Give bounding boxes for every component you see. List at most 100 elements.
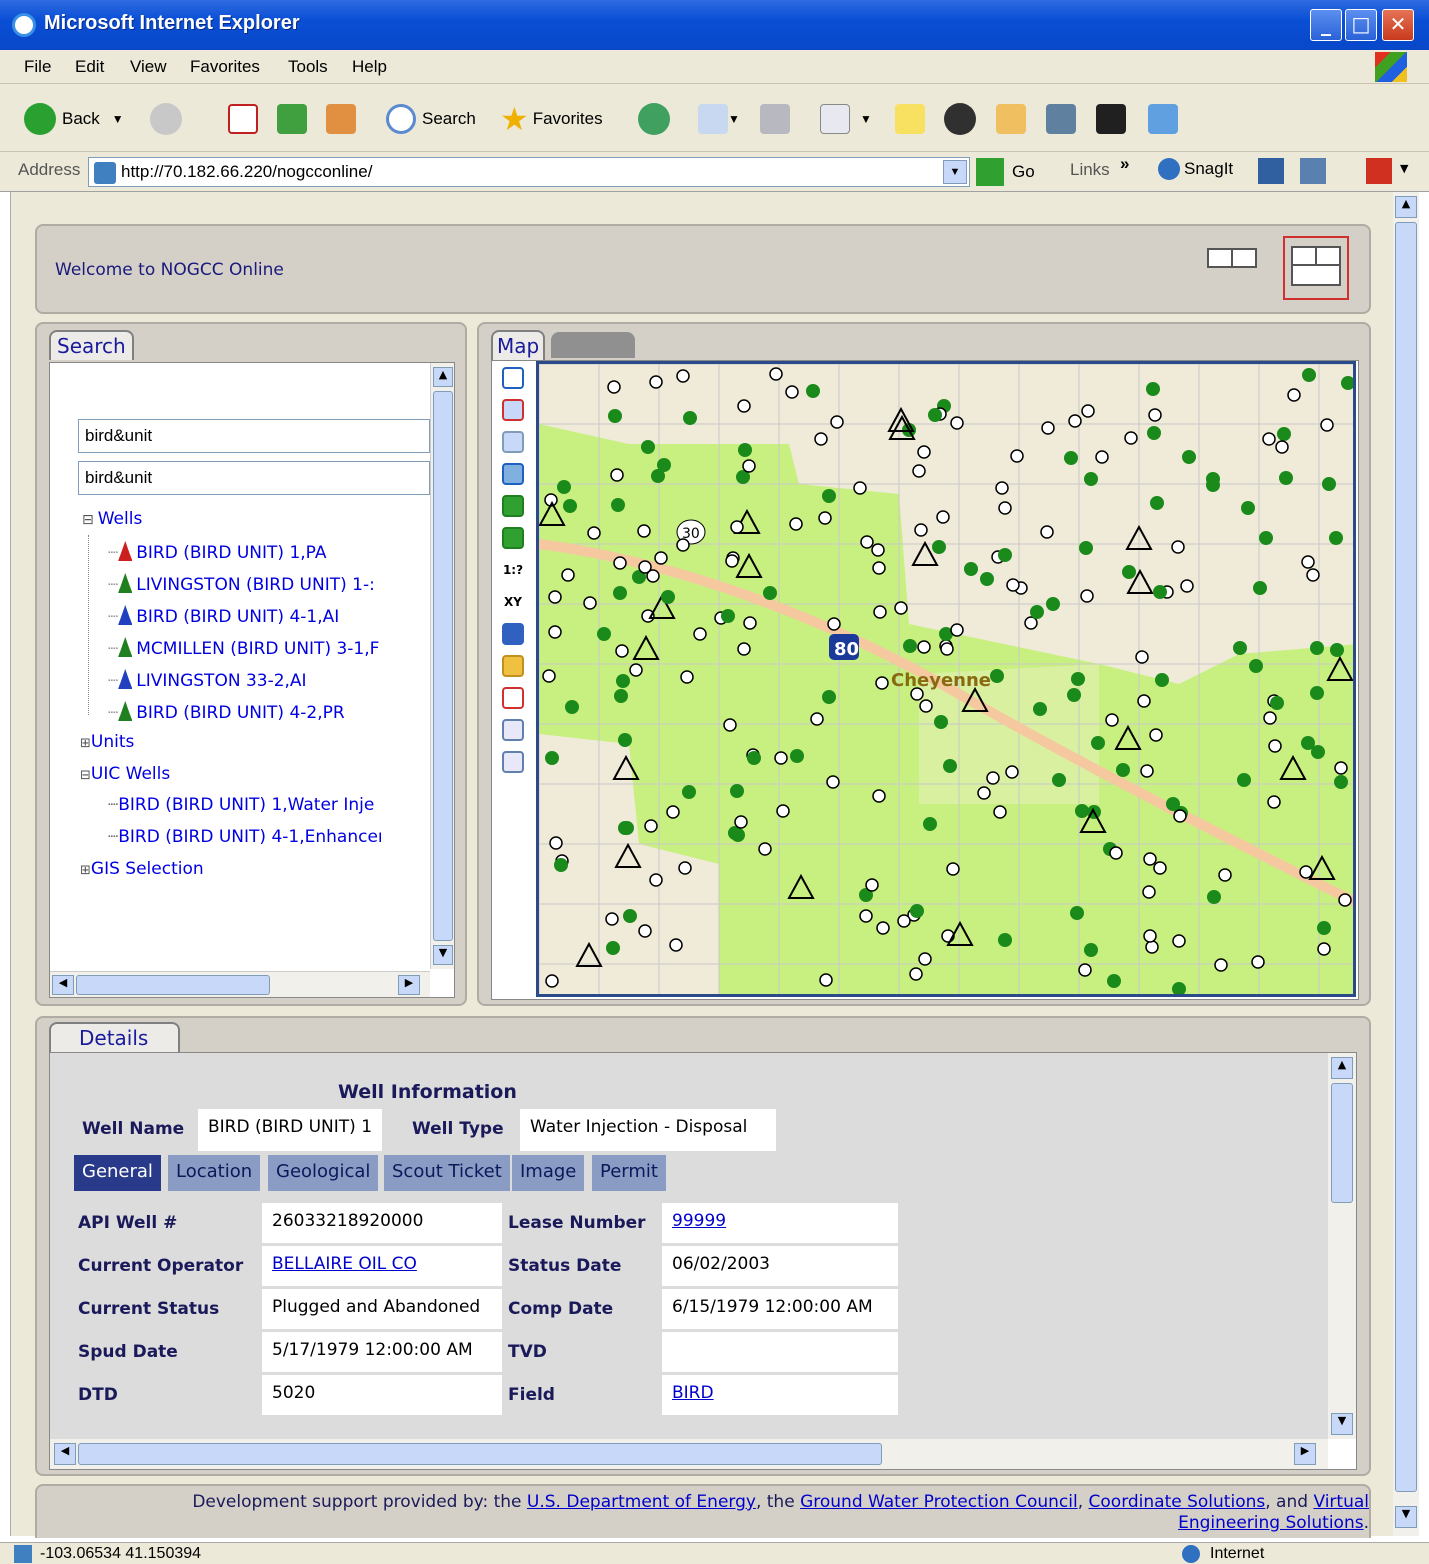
well-marker[interactable] bbox=[894, 601, 908, 615]
well-marker[interactable] bbox=[910, 687, 924, 701]
well-marker[interactable] bbox=[909, 967, 923, 981]
well-active-marker[interactable] bbox=[1122, 565, 1136, 579]
well-active-marker[interactable] bbox=[1079, 541, 1093, 555]
well-marker[interactable] bbox=[814, 432, 828, 446]
well-marker[interactable] bbox=[1171, 540, 1185, 554]
well-active-marker[interactable] bbox=[623, 909, 637, 923]
tab-general[interactable]: General bbox=[74, 1155, 161, 1191]
scroll-down-button[interactable]: ▼ bbox=[433, 945, 453, 965]
scroll-right-button[interactable]: ▶ bbox=[1294, 1443, 1316, 1465]
well-marker[interactable] bbox=[607, 380, 621, 394]
well-marker[interactable] bbox=[946, 862, 960, 876]
well-marker[interactable] bbox=[742, 459, 756, 473]
refresh-map-icon[interactable] bbox=[502, 623, 524, 645]
well-marker[interactable] bbox=[1268, 739, 1282, 753]
well-active-marker[interactable] bbox=[1155, 673, 1169, 687]
search-input-2[interactable]: bird&unit bbox=[78, 461, 430, 495]
well-marker[interactable] bbox=[1143, 852, 1157, 866]
well-active-marker[interactable] bbox=[1277, 427, 1291, 441]
well-active-marker[interactable] bbox=[1146, 382, 1160, 396]
well-marker[interactable] bbox=[865, 878, 879, 892]
menu-tools[interactable]: Tools bbox=[288, 57, 328, 77]
details-hscroll[interactable]: ◀ ▶ bbox=[50, 1439, 1328, 1469]
well-marker[interactable] bbox=[583, 596, 597, 610]
well-marker[interactable] bbox=[876, 921, 890, 935]
well-marker[interactable] bbox=[1109, 846, 1123, 860]
forward-button[interactable] bbox=[150, 101, 188, 137]
hscroll-thumb[interactable] bbox=[76, 975, 270, 995]
well-marker[interactable] bbox=[917, 445, 931, 459]
well-active-marker[interactable] bbox=[1301, 736, 1315, 750]
scroll-down-button[interactable]: ▼ bbox=[1331, 1413, 1353, 1435]
scroll-right-button[interactable]: ▶ bbox=[398, 975, 420, 995]
full-extent-icon[interactable] bbox=[502, 463, 524, 485]
collapse-icon[interactable]: ⊟ bbox=[80, 768, 91, 783]
search-input-1[interactable]: bird&unit bbox=[78, 419, 430, 453]
well-marker[interactable] bbox=[649, 375, 663, 389]
search-button[interactable]: Search bbox=[386, 101, 476, 137]
well-marker[interactable] bbox=[875, 676, 889, 690]
well-marker[interactable] bbox=[993, 805, 1007, 819]
well-active-marker[interactable] bbox=[1147, 426, 1161, 440]
tree-wells-node[interactable]: ⊟ Wells bbox=[82, 509, 142, 529]
well-marker[interactable] bbox=[918, 952, 932, 966]
scroll-left-button[interactable]: ◀ bbox=[52, 975, 74, 995]
well-marker[interactable] bbox=[1263, 711, 1277, 725]
forward-extent-icon[interactable] bbox=[502, 527, 524, 549]
well-active-marker[interactable] bbox=[1084, 472, 1098, 486]
well-marker[interactable] bbox=[940, 642, 954, 656]
links-label[interactable]: Links bbox=[1070, 160, 1110, 180]
layers-icon[interactable] bbox=[502, 751, 524, 773]
well-marker[interactable] bbox=[605, 912, 619, 926]
close-button[interactable]: ✕ bbox=[1382, 9, 1414, 41]
well-active-marker[interactable] bbox=[1233, 641, 1247, 655]
tool-button-1[interactable] bbox=[996, 101, 1026, 137]
well-active-marker[interactable] bbox=[1329, 531, 1343, 545]
search-hscroll[interactable]: ◀ ▶ bbox=[50, 971, 430, 997]
well-active-marker[interactable] bbox=[1241, 501, 1255, 515]
menu-edit[interactable]: Edit bbox=[75, 57, 104, 77]
well-active-marker[interactable] bbox=[1237, 773, 1251, 787]
well-marker[interactable] bbox=[737, 399, 751, 413]
well-marker[interactable] bbox=[872, 789, 886, 803]
well-marker[interactable] bbox=[1124, 431, 1138, 445]
x-button[interactable] bbox=[944, 101, 982, 137]
well-active-marker[interactable] bbox=[1107, 974, 1121, 988]
well-marker[interactable] bbox=[1068, 414, 1082, 428]
scale-tool[interactable]: 1:? bbox=[502, 559, 524, 581]
well-item[interactable]: ┈ LIVINGSTON 33-2,AI bbox=[108, 669, 307, 691]
layout-two-column-icon[interactable] bbox=[1207, 248, 1257, 268]
well-item[interactable]: ┈ MCMILLEN (BIRD UNIT) 3-1,F bbox=[108, 637, 379, 659]
well-active-marker[interactable] bbox=[790, 749, 804, 763]
well-marker[interactable] bbox=[873, 605, 887, 619]
tree-units-node[interactable]: ⊞Units bbox=[80, 732, 134, 752]
well-active-marker[interactable] bbox=[1075, 804, 1089, 818]
well-marker[interactable] bbox=[545, 974, 559, 988]
well-marker[interactable] bbox=[1338, 893, 1352, 907]
well-marker[interactable] bbox=[1148, 408, 1162, 422]
well-marker[interactable] bbox=[1275, 440, 1289, 454]
mail-button[interactable]: ▼ bbox=[698, 101, 740, 137]
well-active-marker[interactable] bbox=[1084, 943, 1098, 957]
favorites-button[interactable]: ★ Favorites bbox=[500, 101, 603, 137]
pdf-icon[interactable] bbox=[1366, 158, 1392, 184]
well-marker[interactable] bbox=[1320, 418, 1334, 432]
well-active-marker[interactable] bbox=[1046, 597, 1060, 611]
well-marker[interactable] bbox=[1080, 589, 1094, 603]
virtual-link[interactable]: Virtual bbox=[1313, 1492, 1369, 1512]
well-marker[interactable] bbox=[936, 510, 950, 524]
tab-scout-ticket[interactable]: Scout Ticket bbox=[384, 1155, 510, 1191]
menu-file[interactable]: File bbox=[24, 57, 51, 77]
xy-tool[interactable]: XY bbox=[502, 591, 524, 613]
well-active-marker[interactable] bbox=[943, 759, 957, 773]
tab-map[interactable]: Map bbox=[491, 330, 546, 360]
map-canvas[interactable]: 8030Cheyenne bbox=[536, 361, 1356, 997]
well-injection-marker[interactable] bbox=[575, 941, 603, 967]
well-marker[interactable] bbox=[1172, 934, 1186, 948]
well-marker[interactable] bbox=[649, 873, 663, 887]
well-marker[interactable] bbox=[587, 526, 601, 540]
well-active-marker[interactable] bbox=[928, 408, 942, 422]
uic-item-1[interactable]: ┈BIRD (BIRD UNIT) 1,Water Inje bbox=[108, 795, 374, 815]
layout-two-plus-one-button[interactable] bbox=[1283, 236, 1349, 300]
select-box-icon[interactable] bbox=[502, 687, 524, 709]
